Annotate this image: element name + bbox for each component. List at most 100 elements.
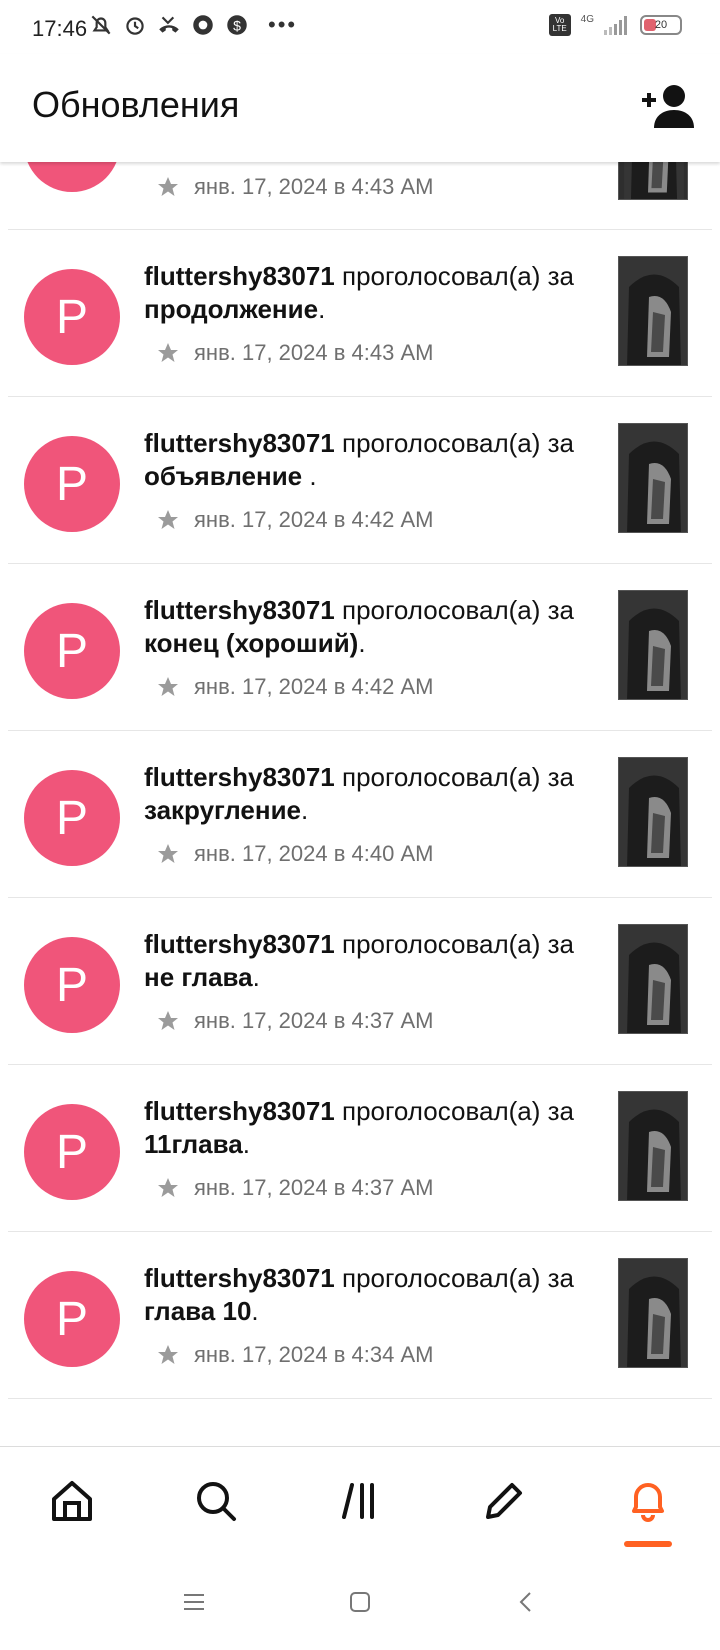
avatar[interactable]: P	[24, 1104, 120, 1200]
item-date: янв. 17, 2024 в 4:34 AM	[194, 1342, 434, 1367]
period: .	[358, 628, 366, 658]
story-cover[interactable]	[618, 924, 688, 1034]
list-item[interactable]: Pfluttershy83071 проголосовал(а) за закр…	[8, 731, 712, 898]
item-text: fluttershy83071 проголосовал(а) за конец…	[144, 594, 584, 660]
alarm-icon	[126, 17, 144, 35]
nav-write-button[interactable]	[480, 1477, 528, 1525]
avatar[interactable]: P	[24, 937, 120, 1033]
avatar[interactable]: P	[24, 603, 120, 699]
status-time: 17:46	[32, 16, 88, 41]
battery-icon: 20	[640, 15, 682, 35]
username[interactable]: fluttershy83071	[144, 929, 335, 959]
nav-notifications-button[interactable]	[624, 1477, 672, 1525]
item-date: янв. 17, 2024 в 4:37 AM	[194, 1008, 434, 1033]
cover-art	[619, 257, 687, 365]
story-cover[interactable]	[618, 757, 688, 867]
item-date: янв. 17, 2024 в 4:42 AM	[194, 674, 434, 699]
action-text: проголосовал(а)	[342, 261, 541, 291]
cover-art	[619, 925, 687, 1033]
username[interactable]: fluttershy83071	[144, 1096, 335, 1126]
avatar[interactable]: P	[24, 1271, 120, 1367]
story-part-title[interactable]: закругление	[144, 795, 301, 825]
item-meta: янв. 17, 2024 в 4:42 AM	[156, 674, 433, 700]
story-part-title[interactable]: объявление	[144, 461, 309, 491]
preposition: за	[547, 428, 575, 458]
action-text: проголосовал(а)	[342, 929, 541, 959]
item-date: янв. 17, 2024 в 4:42 AM	[194, 507, 434, 532]
square-icon	[350, 1592, 370, 1612]
nav-home-button[interactable]	[48, 1477, 96, 1525]
avatar[interactable]: P	[24, 770, 120, 866]
item-date: янв. 17, 2024 в 4:37 AM	[194, 1175, 434, 1200]
list-item[interactable]: Pfluttershy83071 проголосовал(а) за объя…	[8, 397, 712, 564]
story-cover[interactable]	[618, 1258, 688, 1368]
period: .	[309, 461, 317, 491]
back-button[interactable]	[512, 1588, 540, 1616]
home-system-button[interactable]	[346, 1588, 374, 1616]
story-cover[interactable]	[618, 256, 688, 366]
story-part-title[interactable]: не глава	[144, 962, 253, 992]
pencil-icon	[486, 1483, 522, 1519]
story-cover[interactable]	[618, 423, 688, 533]
story-part-title[interactable]: конец (хороший)	[144, 628, 358, 658]
list-item[interactable]: Pfluttershy83071 проголосовал(а) за не г…	[8, 898, 712, 1065]
story-part-title[interactable]: продолжение	[144, 294, 318, 324]
menu-icon	[184, 1594, 204, 1610]
period: .	[242, 1129, 250, 1159]
username[interactable]: fluttershy83071	[144, 595, 335, 625]
app-header: Обновления	[0, 54, 720, 162]
preposition: за	[547, 762, 575, 792]
add-friend-button[interactable]	[640, 82, 696, 130]
missed-call-icon	[159, 16, 179, 33]
list-item[interactable]: Pfluttershy83071 проголосовал(а) за коне…	[8, 564, 712, 731]
avatar[interactable]: P	[24, 269, 120, 365]
signal-icon	[604, 16, 627, 35]
story-part-title[interactable]: 11глава	[144, 1129, 243, 1159]
cover-art	[619, 1092, 687, 1200]
item-text: fluttershy83071 проголосовал(а) за объяв…	[144, 427, 584, 493]
item-meta: янв. 17, 2024 в 4:37 AM	[156, 1008, 433, 1034]
period: .	[301, 795, 309, 825]
nav-search-button[interactable]	[192, 1477, 240, 1525]
story-cover[interactable]	[618, 590, 688, 700]
item-meta: янв. 17, 2024 в 4:43 AM	[156, 340, 433, 366]
list-item[interactable]: Pfluttershy83071 проголосовал(а) за 11гл…	[8, 1065, 712, 1232]
svg-text:$: $	[233, 17, 241, 33]
recent-apps-button[interactable]	[180, 1588, 208, 1616]
story-part-title[interactable]: глава 10	[144, 1296, 251, 1326]
action-text: проголосовал(а)	[342, 1263, 541, 1293]
nav-library-button[interactable]	[336, 1477, 384, 1525]
username[interactable]: fluttershy83071	[144, 1263, 335, 1293]
bottom-navigation	[0, 1446, 720, 1560]
item-text: fluttershy83071 проголосовал(а) за глава…	[144, 1262, 584, 1328]
star-icon	[158, 510, 178, 529]
cover-art	[619, 758, 687, 866]
star-icon	[158, 844, 178, 863]
item-meta: янв. 17, 2024 в 4:40 AM	[156, 841, 433, 867]
preposition: за	[547, 1096, 575, 1126]
item-text: fluttershy83071 проголосовал(а) за 11гла…	[144, 1095, 584, 1161]
status-icons-right: Vo LTE 4G 20	[548, 14, 682, 36]
username[interactable]: fluttershy83071	[144, 428, 335, 458]
item-meta: янв. 17, 2024 в 4:37 AM	[156, 1175, 433, 1201]
item-meta: янв. 17, 2024 в 4:42 AM	[156, 507, 433, 533]
list-item[interactable]: Pfluttershy83071 проголосовал(а) за прод…	[8, 230, 712, 397]
username[interactable]: fluttershy83071	[144, 261, 335, 291]
list-item[interactable]: Pfluttershy83071 проголосовал(а) за глав…	[8, 1232, 712, 1399]
username[interactable]: fluttershy83071	[144, 762, 335, 792]
add-person-icon	[642, 85, 694, 128]
preposition: за	[547, 1263, 575, 1293]
item-date: янв. 17, 2024 в 4:43 AM	[194, 340, 434, 365]
item-meta: янв. 17, 2024 в 4:43 AM	[156, 174, 433, 200]
battery-level: 20	[654, 19, 668, 31]
volte-badge: Vo LTE	[548, 14, 571, 36]
story-cover[interactable]	[618, 1091, 688, 1201]
updates-feed: янв. 17, 2024 в 4:43 AM Pfluttershy83071…	[0, 96, 720, 1399]
status-bar: 17:46 $ ••• Vo LTE 4G 20	[0, 0, 720, 54]
search-icon	[197, 1482, 236, 1521]
item-text: fluttershy83071 проголосовал(а) за закру…	[144, 761, 584, 827]
item-text: fluttershy83071 проголосовал(а) за продо…	[144, 260, 584, 326]
item-date: янв. 17, 2024 в 4:40 AM	[194, 841, 434, 866]
avatar[interactable]: P	[24, 436, 120, 532]
action-text: проголосовал(а)	[342, 1096, 541, 1126]
